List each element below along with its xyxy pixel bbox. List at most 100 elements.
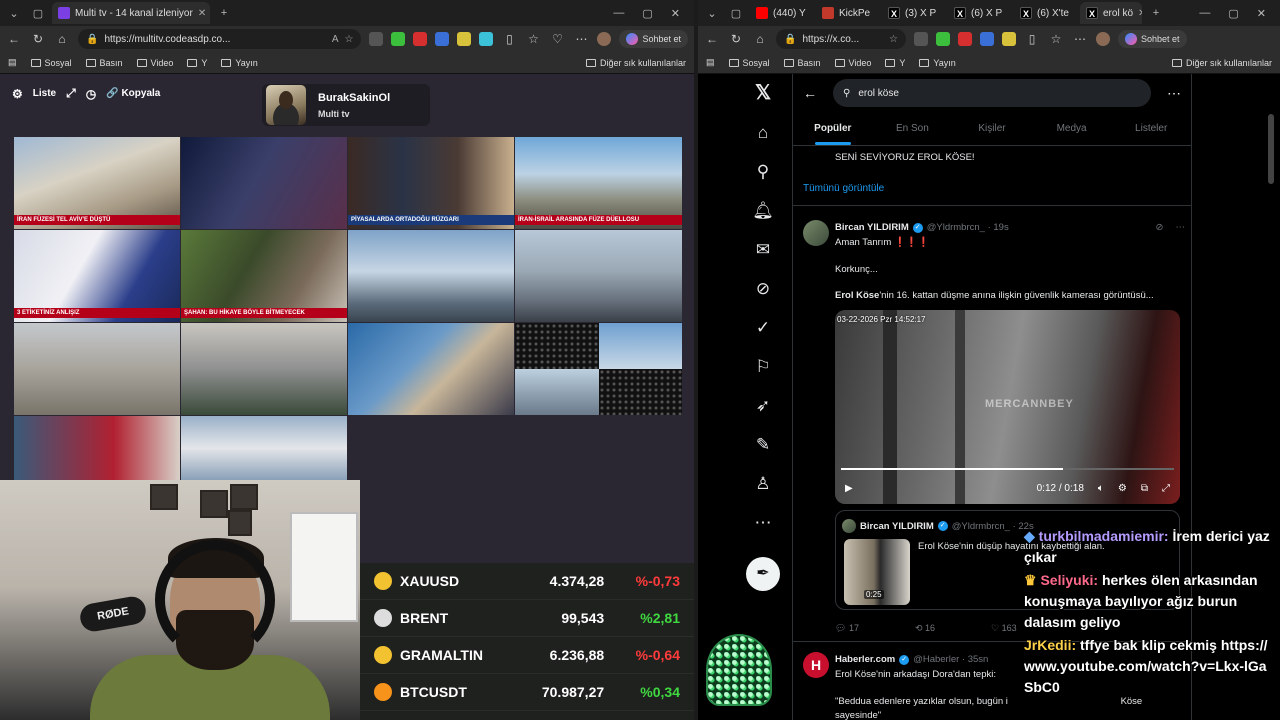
channel-card[interactable]: BurakSakinOl Multi tv — [262, 84, 430, 126]
picture-in-picture-icon[interactable]: ⧉ — [1141, 483, 1148, 494]
close-window-icon[interactable]: ✕ — [671, 7, 680, 20]
haberler-avatar[interactable]: H — [803, 652, 829, 678]
close-window-icon[interactable]: ✕ — [1257, 7, 1266, 20]
copilot-chat-button[interactable]: Sohbet et — [619, 30, 688, 48]
read-aloud-icon[interactable]: A — [332, 34, 339, 45]
video-tile[interactable]: İRAN-İSRAİL ARASINDA FÜZE DÜELLOSU — [515, 137, 682, 229]
extension-icon[interactable] — [914, 32, 928, 46]
video-tile[interactable]: ŞAHAN: BU HİKAYE BÖYLE BİTMEYECEK — [181, 230, 347, 322]
home-icon[interactable]: ⌂ — [54, 32, 70, 46]
tweet-video[interactable]: 03-22-2026 Pzr 14:52:17 MERCANNBEY ▶ 0:1… — [835, 310, 1180, 504]
tweet-avatar[interactable] — [803, 220, 829, 246]
favorites-icon[interactable]: ☆ — [1048, 32, 1064, 46]
maximize-icon[interactable]: ▢ — [1228, 7, 1238, 20]
video-progress-track[interactable] — [841, 468, 1174, 470]
tweet-more-icon[interactable]: ⋯ — [1176, 222, 1186, 233]
list-button[interactable]: Liste — [33, 88, 56, 99]
collections-icon[interactable]: ♡ — [549, 32, 565, 46]
favorite-star-icon[interactable]: ☆ — [345, 34, 354, 45]
tab-lists[interactable]: Listeler — [1111, 112, 1191, 145]
extension-icon[interactable] — [479, 32, 494, 46]
grok-icon[interactable]: ⊘ — [752, 278, 774, 300]
bookmark-folder[interactable]: Sosyal — [728, 58, 770, 68]
video-tile[interactable] — [599, 323, 682, 369]
rocket-icon[interactable]: ➶ — [752, 395, 774, 417]
video-tile[interactable] — [348, 230, 514, 322]
volume-icon[interactable]: 🔈︎ — [1098, 483, 1104, 494]
extension-icon[interactable] — [980, 32, 994, 46]
bookmark-folder[interactable]: Y — [187, 58, 207, 68]
settings-gear-icon[interactable]: ⚙ — [1118, 483, 1127, 494]
copy-link-button[interactable]: 🔗 Kopyala — [106, 88, 160, 99]
bookmark-folder[interactable]: Basın — [85, 58, 123, 68]
compose-post-button[interactable]: ✒ — [746, 557, 780, 591]
reading-list-icon[interactable]: ▤ — [706, 57, 715, 68]
bookmarks-icon[interactable]: ⚐ — [752, 356, 774, 378]
split-view-icon[interactable]: ▯ — [501, 32, 517, 46]
profile-avatar[interactable] — [597, 32, 612, 46]
back-icon[interactable]: ← — [704, 32, 720, 46]
explore-search-icon[interactable]: ⚲ — [752, 161, 774, 183]
see-all-link[interactable]: Tümünü görüntüle — [803, 183, 884, 194]
other-bookmarks[interactable]: Diğer sık kullanılanlar — [1171, 58, 1272, 68]
video-tile[interactable] — [515, 230, 682, 322]
grok-explain-icon[interactable]: ⊘ — [1156, 222, 1164, 233]
tab-x[interactable]: X (6) X P — [948, 2, 1010, 24]
settings-gear-icon[interactable]: ⚙ — [12, 87, 23, 101]
extension-icon[interactable] — [413, 32, 428, 46]
tab-people[interactable]: Kişiler — [952, 112, 1032, 145]
x-logo-icon[interactable]: 𝕏 — [752, 82, 774, 104]
tab-x-search[interactable]: Xerol kö✕ — [1080, 2, 1142, 24]
verified-badge-icon[interactable]: ✓ — [752, 317, 774, 339]
edit-article-icon[interactable]: ✎ — [752, 434, 774, 456]
maximize-icon[interactable]: ▢ — [642, 7, 652, 20]
video-tile[interactable] — [14, 323, 180, 415]
tab-popular[interactable]: Popüler — [793, 112, 873, 145]
url-field[interactable]: 🔒 https://multitv.codeasdp.co... A ☆ — [78, 29, 362, 49]
tab-list-chevron-icon[interactable]: ⌄ — [4, 3, 24, 23]
x-search-input[interactable]: ⚲ erol köse — [833, 79, 1151, 107]
video-tile[interactable] — [515, 323, 599, 369]
fullscreen-icon[interactable]: ⤢ — [1162, 483, 1170, 494]
author-name[interactable]: Bircan YILDIRIM — [835, 222, 909, 233]
more-menu-icon[interactable]: ⋯ — [1072, 32, 1088, 46]
video-tile[interactable] — [599, 369, 682, 415]
page-scrollbar[interactable] — [1268, 114, 1274, 184]
tab-kick[interactable]: KickPe — [816, 2, 878, 24]
url-field[interactable]: 🔒 https://x.co... ☆ — [776, 29, 906, 49]
video-tile[interactable] — [14, 416, 180, 480]
more-menu-icon[interactable]: ⋯ — [573, 32, 589, 46]
quote-video-thumb[interactable]: 0:25 — [844, 539, 910, 605]
bookmark-folder[interactable]: Basın — [783, 58, 821, 68]
home-icon[interactable]: ⌂ — [752, 122, 774, 144]
extension-icon[interactable] — [369, 32, 384, 46]
close-tab-icon[interactable]: ✕ — [198, 8, 206, 19]
repost-button[interactable]: ⟲ 16 — [915, 623, 935, 634]
copilot-chat-button[interactable]: Sohbet et — [1118, 30, 1187, 48]
tab-multitv[interactable]: Multi tv - 14 kanal izleniyor ✕ — [52, 2, 210, 24]
refresh-icon[interactable]: ↻ — [30, 32, 46, 46]
video-tile[interactable] — [181, 323, 347, 415]
favorites-icon[interactable]: ☆ — [525, 32, 541, 46]
reading-list-icon[interactable]: ▤ — [8, 57, 17, 68]
timer-icon[interactable]: ◷ — [86, 87, 96, 101]
minimize-icon[interactable]: — — [613, 7, 624, 20]
video-tile[interactable] — [181, 137, 347, 229]
tab-media[interactable]: Medya — [1032, 112, 1112, 145]
more-circle-icon[interactable]: ⋯ — [752, 512, 774, 534]
bookmark-folder[interactable]: Yayın — [919, 58, 956, 68]
refresh-icon[interactable]: ↻ — [728, 32, 744, 46]
video-tile[interactable] — [181, 416, 347, 480]
play-icon[interactable]: ▶ — [845, 483, 853, 494]
extension-icon[interactable] — [1002, 32, 1016, 46]
new-tab-icon[interactable]: + — [214, 3, 234, 23]
bookmark-folder[interactable]: Yayın — [221, 58, 258, 68]
video-tile[interactable] — [515, 369, 599, 415]
extension-icon[interactable] — [457, 32, 472, 46]
workspaces-icon[interactable]: ▢ — [28, 3, 48, 23]
tab-latest[interactable]: En Son — [873, 112, 953, 145]
back-arrow-icon[interactable]: ← — [803, 85, 817, 101]
split-view-icon[interactable]: ▯ — [1024, 32, 1040, 46]
back-icon[interactable]: ← — [6, 32, 22, 46]
close-tab-icon[interactable]: ✕ — [1138, 8, 1142, 19]
